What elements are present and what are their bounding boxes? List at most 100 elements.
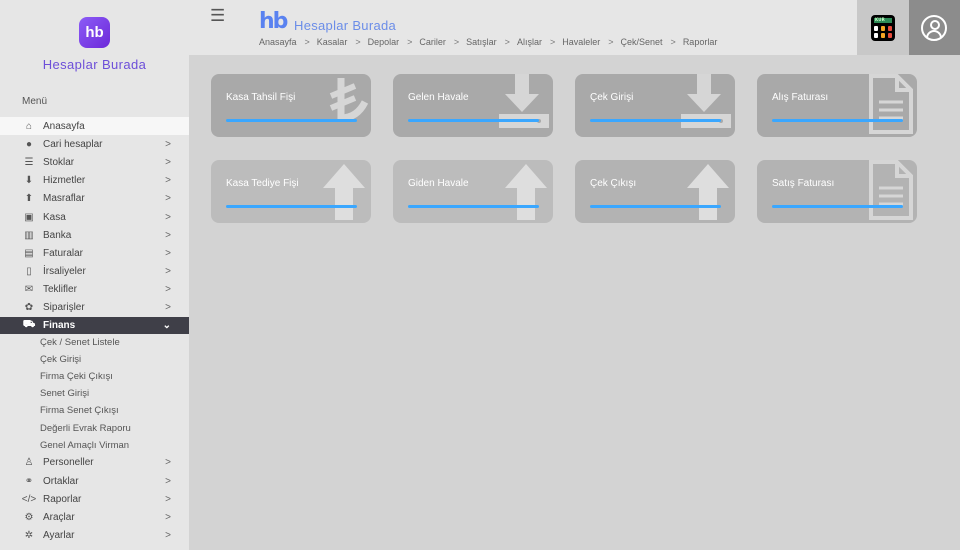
hamburger-menu-icon[interactable]: ☰ (210, 6, 225, 26)
breadcrumb-item-cariler[interactable]: Cariler (419, 37, 446, 47)
sidebar-item-ayarlar[interactable]: ✲ Ayarlar > (0, 526, 189, 544)
chevron-right-icon: > (165, 511, 171, 523)
sidebar-item-label: Anasayfa (43, 120, 85, 132)
breadcrumb-separator-icon: > (453, 37, 460, 47)
breadcrumb-separator-icon: > (355, 37, 361, 47)
sidebar-item-teklifler[interactable]: ✉ Teklifler > (0, 281, 189, 299)
breadcrumb-item-alislar[interactable]: Alışlar (517, 37, 542, 47)
download-tray-icon (499, 74, 549, 128)
sidebar-item-personeller[interactable]: ♙ Personeller > (0, 454, 189, 472)
topbar-logo-icon[interactable]: hb (259, 9, 288, 34)
tile-label: Çek Çıkışı (590, 178, 637, 189)
sidebar-item-label: Ortaklar (43, 475, 79, 487)
tile-label: Kasa Tahsil Fişi (226, 92, 296, 103)
calculator-key (874, 33, 878, 38)
sidebar-item-label: Siparişler (43, 302, 85, 314)
tile-label: Alış Faturası (772, 92, 829, 103)
lira-icon (329, 78, 369, 122)
handshake-icon: ⚭ (24, 475, 34, 487)
breadcrumb-item-raporlar[interactable]: Raporlar (683, 37, 718, 47)
calculator-key (888, 26, 892, 31)
tile-accent-bar (772, 119, 903, 122)
tile-giden-havale[interactable]: Giden Havale (393, 160, 553, 223)
tile-accent-bar (590, 119, 721, 122)
breadcrumb-item-cek-senet[interactable]: Çek/Senet (621, 37, 663, 47)
sidebar-item-banka[interactable]: ▥ Banka > (0, 226, 189, 244)
user-head-shape (930, 20, 940, 30)
chevron-right-icon: > (165, 302, 171, 314)
document-icon: ▯ (26, 266, 32, 278)
breadcrumb-separator-icon: > (304, 37, 310, 47)
sidebar-item-hizmetler[interactable]: ⬇ Hizmetler > (0, 172, 189, 190)
submenu-item-firma-ceki-cikisi[interactable]: Firma Çeki Çıkışı (0, 368, 189, 385)
sidebar-item-label: Stoklar (43, 156, 75, 168)
chevron-right-icon: > (165, 138, 171, 150)
sidebar-item-kasa[interactable]: ▣ Kasa > (0, 208, 189, 226)
submenu-item-cek-girisi[interactable]: Çek Girişi (0, 351, 189, 368)
submenu-item-degerli-evrak-raporu[interactable]: Değerli Evrak Raporu (0, 420, 189, 437)
sidebar-item-stoklar[interactable]: ☰ Stoklar > (0, 153, 189, 171)
breadcrumb-item-havaleler[interactable]: Havaleler (562, 37, 600, 47)
submenu-item-senet-girisi[interactable]: Senet Girişi (0, 385, 189, 402)
sidebar-item-anasayfa[interactable]: ⌂ Anasayfa (0, 117, 189, 136)
sidebar-item-raporlar[interactable]: </> Raporlar > (0, 490, 189, 508)
tile-accent-bar (226, 205, 357, 208)
tile-label: Satış Faturası (772, 178, 835, 189)
sidebar-item-label: Faturalar (43, 247, 84, 259)
tile-kasa-tediye-fisi[interactable]: Kasa Tediye Fişi (211, 160, 371, 223)
chevron-right-icon: > (165, 175, 171, 187)
calculator-key (881, 26, 885, 31)
sidebar: hb Hesaplar Burada Menü ⌂ Anasayfa ● Car… (0, 0, 189, 550)
tile-label: Çek Girişi (590, 92, 634, 103)
breadcrumb-separator-icon: > (608, 37, 614, 47)
sidebar-item-cari-hesaplar[interactable]: ● Cari hesaplar > (0, 135, 189, 153)
person-icon: ♙ (24, 457, 34, 469)
tile-gelen-havale[interactable]: Gelen Havale (393, 74, 553, 137)
tile-kasa-tahsil-fisi[interactable]: Kasa Tahsil Fişi (211, 74, 371, 137)
download-tray-icon (681, 74, 731, 128)
topbar-title[interactable]: Hesaplar Burada (294, 18, 396, 33)
code-icon: </> (21, 493, 37, 505)
sidebar-item-finans[interactable]: ⛟ Finans ⌄ (0, 317, 189, 335)
tile-cek-girisi[interactable]: Çek Girişi (575, 74, 735, 137)
breadcrumb-item-kasalar[interactable]: Kasalar (317, 37, 348, 47)
sidebar-item-siparisler[interactable]: ✿ Siparişler > (0, 299, 189, 317)
submenu-item-firma-senet-cikisi[interactable]: Firma Senet Çıkışı (0, 402, 189, 419)
sidebar-item-araclar[interactable]: ⚙ Araçlar > (0, 508, 189, 526)
tile-cek-cikisi[interactable]: Çek Çıkışı (575, 160, 735, 223)
sidebar-item-label: İrsaliyeler (43, 266, 86, 278)
breadcrumb-separator-icon: > (407, 37, 413, 47)
brand[interactable]: hb Hesaplar Burada (0, 0, 189, 88)
download-icon: ⬇ (24, 175, 34, 187)
breadcrumb-item-anasayfa[interactable]: Anasayfa (259, 37, 297, 47)
chevron-right-icon: > (165, 247, 171, 259)
breadcrumb-separator-icon: > (504, 37, 510, 47)
sidebar-item-label: Masraflar (43, 193, 85, 205)
sidebar-item-ortaklar[interactable]: ⚭ Ortaklar > (0, 472, 189, 490)
sidebar-item-label: Banka (43, 229, 72, 241)
brand-logo-icon[interactable]: hb (79, 17, 110, 48)
cog-icon: ✲ (24, 530, 34, 542)
submenu-item-cek-senet-listele[interactable]: Çek / Senet Listele (0, 334, 189, 351)
sidebar-item-label: Finans (43, 320, 76, 332)
user-circle-icon: ● (25, 138, 33, 150)
sidebar-menu: ⌂ Anasayfa ● Cari hesaplar > ☰ Stoklar >… (0, 117, 189, 545)
sidebar-item-label: Cari hesaplar (43, 138, 103, 150)
breadcrumb-item-depolar[interactable]: Depolar (368, 37, 400, 47)
submenu-item-genel-amacli-virman[interactable]: Genel Amaçlı Virman (0, 437, 189, 454)
sidebar-item-irsaliyeler[interactable]: ▯ İrsaliyeler > (0, 263, 189, 281)
chevron-right-icon: > (165, 457, 171, 469)
sidebar-item-faturalar[interactable]: ▤ Faturalar > (0, 244, 189, 262)
envelope-icon: ✉ (24, 284, 34, 296)
tile-satis-faturasi[interactable]: Satış Faturası (757, 160, 917, 223)
brand-name[interactable]: Hesaplar Burada (0, 57, 189, 72)
bank-icon: ▥ (24, 229, 34, 241)
calculator-button[interactable]: KUR (857, 0, 909, 55)
tile-label: Gelen Havale (408, 92, 469, 103)
user-profile-button[interactable] (909, 0, 960, 55)
tile-alis-faturasi[interactable]: Alış Faturası (757, 74, 917, 137)
sidebar-item-masraflar[interactable]: ⬆ Masraflar > (0, 190, 189, 208)
tile-accent-bar (408, 205, 539, 208)
breadcrumb-item-satislar[interactable]: Satışlar (466, 37, 497, 47)
sidebar-item-label: Ayarlar (43, 530, 75, 542)
